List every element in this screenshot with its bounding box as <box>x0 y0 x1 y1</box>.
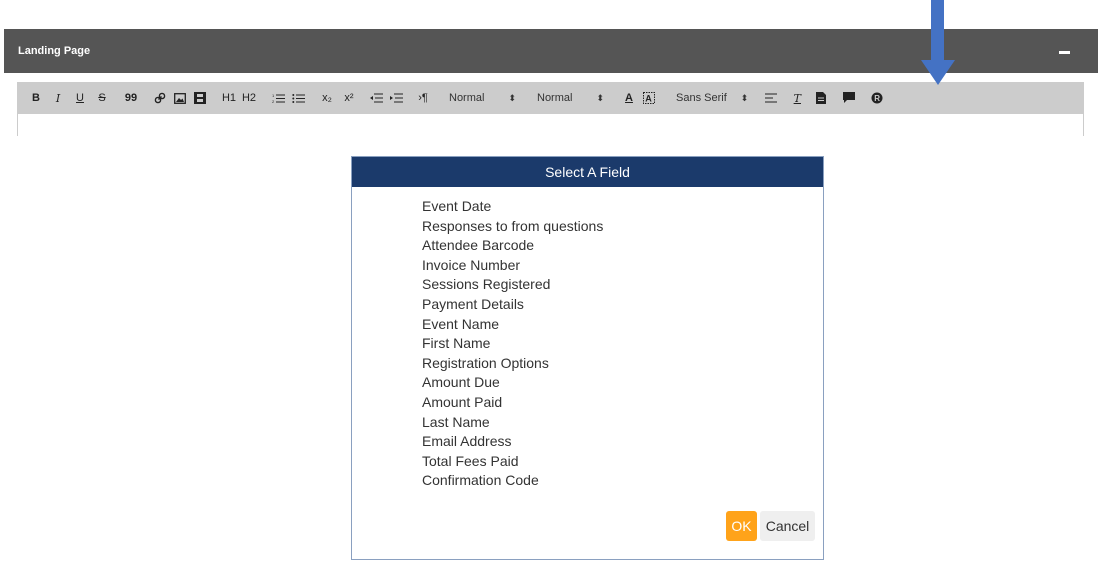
arrow-shaft <box>931 0 944 62</box>
field-option[interactable]: First Name <box>422 334 603 354</box>
ok-button[interactable]: OK <box>726 511 757 541</box>
dialog-header: Select A Field <box>352 157 823 187</box>
field-option[interactable]: Last Name <box>422 413 603 433</box>
field-option[interactable]: Email Address <box>422 432 603 452</box>
italic-button[interactable]: I <box>51 89 65 107</box>
bullet-list-icon[interactable] <box>291 89 305 107</box>
field-list: Event Date Responses to from questions A… <box>422 197 603 491</box>
comment-icon[interactable] <box>842 89 856 107</box>
text-direction-button[interactable]: ›¶ <box>415 89 431 107</box>
field-option[interactable]: Amount Due <box>422 373 603 393</box>
field-option[interactable]: Event Name <box>422 315 603 335</box>
svg-text:A: A <box>645 94 652 104</box>
header-select-value: Normal <box>537 92 573 104</box>
field-option[interactable]: Total Fees Paid <box>422 452 603 472</box>
superscript-button[interactable]: x² <box>341 89 357 107</box>
select-arrows-icon: ⬍ <box>508 92 516 103</box>
background-color-icon[interactable]: A <box>642 89 656 107</box>
annotation-arrow-icon <box>921 0 955 85</box>
editor-content-area[interactable] <box>17 114 1084 136</box>
image-icon[interactable] <box>173 89 187 107</box>
indent-icon[interactable] <box>389 89 403 107</box>
size-select[interactable]: Normal ⬍ <box>449 92 516 104</box>
field-option[interactable]: Registration Options <box>422 354 603 374</box>
cancel-button[interactable]: Cancel <box>760 511 815 541</box>
svg-text:1: 1 <box>272 93 275 98</box>
minus-icon[interactable] <box>1059 50 1070 54</box>
clear-format-icon[interactable]: T <box>790 89 804 107</box>
strike-button[interactable]: S <box>95 89 109 107</box>
align-icon[interactable] <box>764 89 778 107</box>
select-arrows-icon: ⬍ <box>596 92 604 103</box>
field-option[interactable]: Invoice Number <box>422 256 603 276</box>
underline-button[interactable]: U <box>73 89 87 107</box>
dialog-title: Select A Field <box>545 164 630 180</box>
field-option[interactable]: Attendee Barcode <box>422 236 603 256</box>
bold-button[interactable]: B <box>29 89 43 107</box>
h1-button[interactable]: H1 <box>221 89 237 107</box>
link-icon[interactable] <box>153 89 167 107</box>
text-color-icon[interactable]: A <box>622 89 636 107</box>
ordered-list-icon[interactable]: 12 <box>271 89 285 107</box>
document-icon[interactable] <box>814 89 828 107</box>
film-icon[interactable] <box>193 89 207 107</box>
field-option[interactable]: Amount Paid <box>422 393 603 413</box>
select-arrows-icon: ⬍ <box>740 92 749 103</box>
svg-text:R: R <box>875 94 881 103</box>
size-select-value: Normal <box>449 92 485 104</box>
font-select-value: Sans Serif <box>676 92 727 104</box>
editor-toolbar: B I U S 99 H1 H2 12 x₂ x² ›¶ Normal ⬍ No… <box>17 82 1084 114</box>
font-select[interactable]: Sans Serif ⬍ <box>676 92 748 104</box>
outdent-icon[interactable] <box>369 89 383 107</box>
field-option[interactable]: Confirmation Code <box>422 471 603 491</box>
field-option[interactable]: Sessions Registered <box>422 275 603 295</box>
field-option[interactable]: Responses to from questions <box>422 217 603 237</box>
subscript-button[interactable]: x₂ <box>319 89 335 107</box>
arrow-head <box>921 60 955 85</box>
svg-text:2: 2 <box>272 99 275 104</box>
field-option[interactable]: Event Date <box>422 197 603 217</box>
registered-icon[interactable]: R <box>870 89 884 107</box>
field-option[interactable]: Payment Details <box>422 295 603 315</box>
select-field-dialog: Select A Field Event Date Responses to f… <box>351 156 824 560</box>
panel-title: Landing Page <box>18 45 91 57</box>
blockquote-button[interactable]: 99 <box>123 89 139 107</box>
h2-button[interactable]: H2 <box>241 89 257 107</box>
header-select[interactable]: Normal ⬍ <box>537 92 604 104</box>
